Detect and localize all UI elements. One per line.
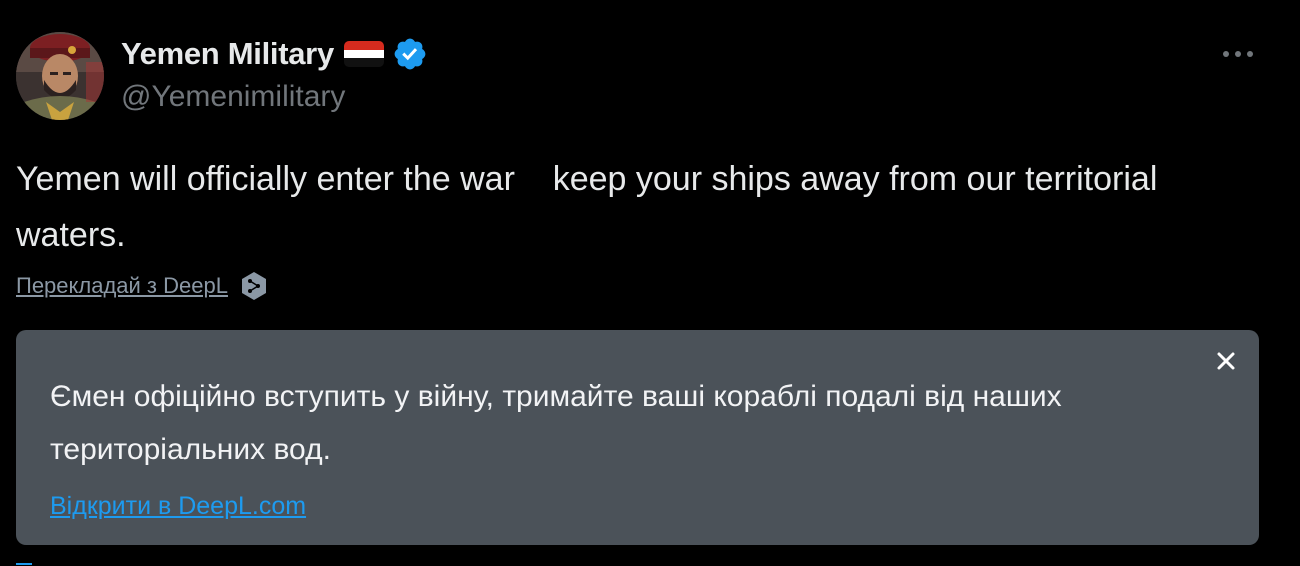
yemen-flag-icon (343, 41, 384, 67)
close-translation-button[interactable] (1213, 348, 1239, 374)
more-options-button[interactable] (1212, 36, 1264, 72)
deepl-icon[interactable] (240, 271, 268, 301)
translation-panel: Ємен офіційно вступить у війну, тримайте… (16, 330, 1259, 545)
open-in-deepl-link[interactable]: Відкрити в DeepL.com (50, 492, 306, 521)
translate-with-deepl-link[interactable]: Перекладай з DeepL (16, 273, 228, 299)
avatar-image (16, 32, 104, 120)
avatar[interactable] (16, 32, 104, 120)
author-handle[interactable]: @Yemenimilitary (121, 80, 345, 114)
close-icon (1217, 352, 1235, 370)
display-name[interactable]: Yemen Military (121, 36, 334, 72)
more-dots-icon (1223, 51, 1253, 57)
verified-badge-icon[interactable] (392, 36, 428, 72)
translation-text: Ємен офіційно вступить у війну, тримайте… (50, 380, 1062, 466)
translate-row: Перекладай з DeepL (16, 270, 268, 302)
cut-off-link[interactable] (16, 558, 36, 566)
tweet-text: Yemen will officially enter the war keep… (16, 160, 1167, 254)
author-name-row[interactable]: Yemen Military (121, 34, 428, 74)
